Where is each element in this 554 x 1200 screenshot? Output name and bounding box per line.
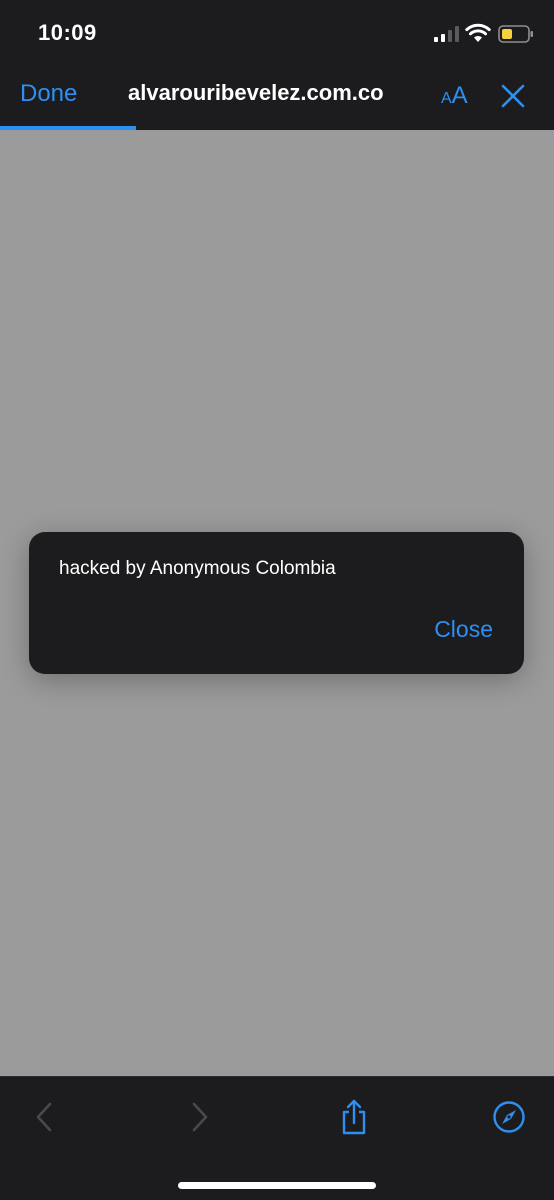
done-button[interactable]: Done: [20, 80, 77, 108]
battery-icon: [498, 25, 533, 43]
battery-fill: [502, 29, 512, 39]
browser-nav-bar: Done alvarouribevelez.com.co AA: [0, 64, 554, 130]
compass-icon[interactable]: [492, 1099, 526, 1135]
wifi-icon: [465, 23, 491, 42]
phone-screen: 10:09 Done alvarouribevelez.com.co AA ha…: [0, 0, 554, 1200]
text-size-small-label: A: [441, 90, 452, 107]
signal-icon: [434, 26, 459, 42]
browser-toolbar: [0, 1076, 554, 1200]
status-bar: 10:09: [0, 0, 554, 64]
alert-close-button[interactable]: Close: [434, 616, 493, 643]
close-x-icon[interactable]: [500, 83, 526, 109]
text-size-button[interactable]: AA: [441, 82, 468, 110]
share-icon[interactable]: [337, 1099, 371, 1135]
status-time: 10:09: [38, 20, 97, 45]
alert-dialog: hacked by Anonymous Colombia Close: [29, 532, 524, 674]
chevron-left-icon[interactable]: [28, 1099, 62, 1135]
url-title[interactable]: alvarouribevelez.com.co: [128, 80, 384, 106]
text-size-large-label: A: [451, 82, 468, 109]
alert-message: hacked by Anonymous Colombia: [59, 558, 336, 579]
chevron-right-icon[interactable]: [182, 1099, 216, 1135]
home-indicator[interactable]: [178, 1182, 376, 1189]
